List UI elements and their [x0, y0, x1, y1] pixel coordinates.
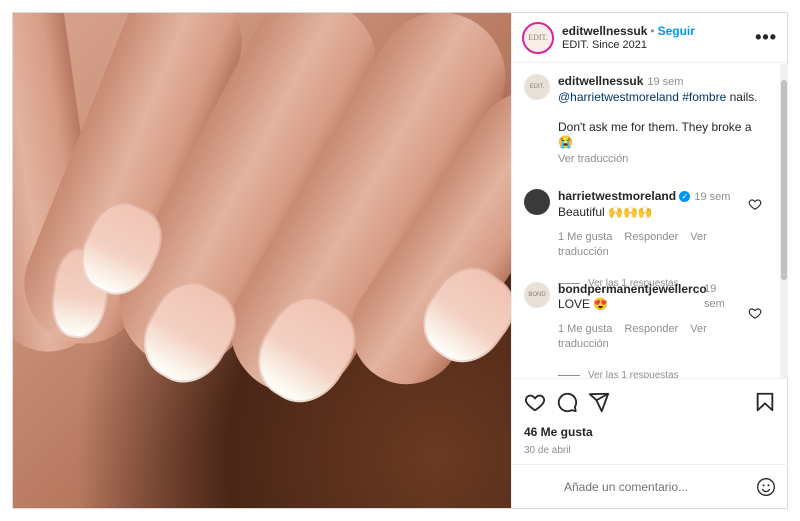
post-modal: EDIT. editwellnessuk • Seguir EDIT. Since …: [12, 12, 788, 509]
avatar[interactable]: [524, 189, 550, 215]
post-photo[interactable]: [13, 13, 511, 508]
avatar-logo-text: BOND: [528, 291, 546, 298]
caption-text-2: Don't ask me for them. They broke a: [558, 120, 752, 134]
scrollbar-thumb[interactable]: [781, 80, 787, 280]
post-side-panel: EDIT. editwellnessuk • Seguir EDIT. Since …: [511, 13, 788, 508]
reply-button[interactable]: Responder: [624, 323, 678, 335]
comment-username[interactable]: bondpermanentjewellerco: [558, 282, 707, 296]
comment-likes[interactable]: 1 Me gusta: [558, 231, 612, 243]
caption-username[interactable]: editwellnessuk: [558, 74, 643, 88]
post-date[interactable]: 30 de abril: [524, 445, 776, 456]
hashtag-link[interactable]: #fombre: [682, 90, 726, 104]
comment-time[interactable]: 19 sem: [704, 282, 728, 312]
translate-link[interactable]: Ver traducción: [558, 153, 628, 165]
header-subtitle[interactable]: EDIT. Since 2021: [562, 38, 695, 52]
separator-dot: •: [650, 23, 655, 38]
reply-button[interactable]: Responder: [624, 231, 678, 243]
comment-item: harrietwestmoreland ✓ 19 sem Beautiful 🙌🙌…: [524, 189, 770, 291]
caption-text: nails.: [726, 90, 758, 104]
caption-time[interactable]: 19 sem: [647, 76, 683, 88]
avatar[interactable]: EDIT.: [522, 21, 554, 54]
comment-icon[interactable]: [556, 391, 578, 413]
verified-icon: ✓: [679, 191, 691, 203]
likes-count[interactable]: 46 Me gusta: [524, 425, 776, 439]
comment-text: Beautiful: [558, 205, 605, 219]
comment-likes[interactable]: 1 Me gusta: [558, 323, 612, 335]
header-username[interactable]: editwellnessuk: [562, 24, 647, 38]
comment-username[interactable]: harrietwestmoreland: [558, 189, 676, 203]
comment-item: BOND bondpermanentjewellerco 19 sem LOVE…: [524, 282, 770, 378]
scrollbar[interactable]: [780, 64, 788, 378]
mention-link[interactable]: @harrietwestmoreland: [558, 90, 679, 104]
heart-icon[interactable]: [524, 391, 546, 413]
comment-emoji: 😍: [593, 297, 609, 311]
post-actions: 46 Me gusta 30 de abril: [512, 378, 788, 456]
share-icon[interactable]: [588, 391, 610, 413]
emoji-icon[interactable]: [756, 477, 776, 497]
add-comment-input[interactable]: [562, 478, 756, 495]
caption: EDIT. editwellnessuk 19 sem @harrietwestm…: [524, 74, 770, 167]
view-replies[interactable]: Ver las 1 respuestas: [558, 368, 770, 378]
avatar-logo-text: EDIT.: [528, 33, 548, 42]
add-comment-bar: [512, 464, 788, 508]
comment-emoji: 🙌🙌🙌: [608, 205, 653, 219]
bookmark-icon[interactable]: [754, 391, 776, 413]
avatar-logo-text: EDIT.: [529, 83, 545, 90]
comments-list[interactable]: EDIT. editwellnessuk 19 sem @harrietwestm…: [512, 64, 788, 378]
heart-icon[interactable]: [748, 197, 762, 211]
comment-time[interactable]: 19 sem: [694, 191, 730, 203]
view-replies-label: Ver las 1 respuestas: [588, 370, 679, 378]
avatar[interactable]: EDIT.: [524, 74, 550, 100]
comment-text: LOVE: [558, 297, 591, 311]
follow-button[interactable]: Seguir: [658, 24, 695, 38]
heart-icon[interactable]: [748, 306, 762, 320]
caption-emoji: 😭: [558, 135, 573, 149]
post-header: EDIT. editwellnessuk • Seguir EDIT. Since …: [512, 13, 787, 63]
avatar[interactable]: BOND: [524, 282, 550, 308]
more-options-icon[interactable]: •••: [755, 27, 777, 48]
